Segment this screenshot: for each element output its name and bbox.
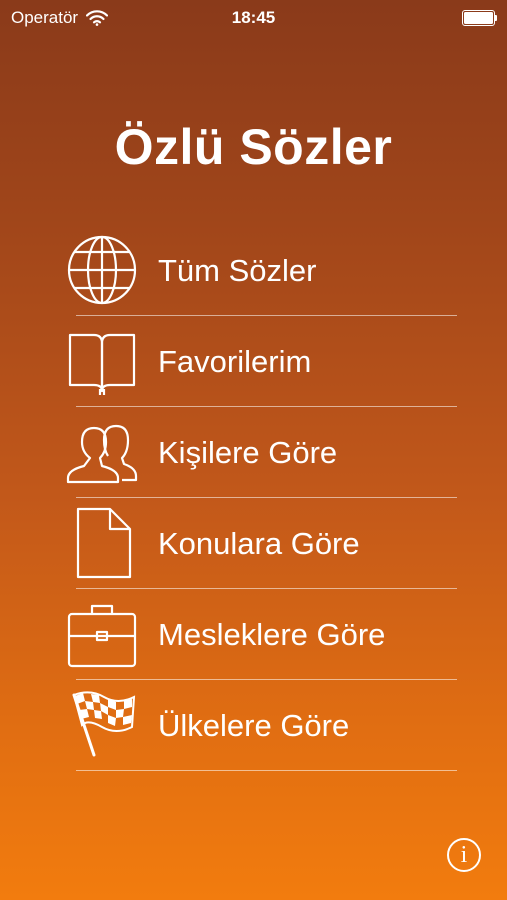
- people-icon: [66, 416, 138, 488]
- status-bar: Operatör 18:45: [0, 0, 507, 36]
- menu-item-label: Kişilere Göre: [158, 435, 338, 470]
- menu-item-all-quotes[interactable]: Tüm Sözler: [66, 225, 457, 316]
- info-button[interactable]: i: [447, 838, 481, 872]
- app-screen: Operatör 18:45 Özlü Sözler Tüm Sözler Fa…: [0, 0, 507, 900]
- divider: [76, 770, 457, 771]
- menu-item-label: Tüm Sözler: [158, 253, 317, 288]
- book-icon: [66, 325, 138, 397]
- briefcase-icon: [66, 598, 138, 670]
- menu-item-label: Konulara Göre: [158, 526, 360, 561]
- menu-item-label: Ülkelere Göre: [158, 708, 350, 743]
- info-icon: i: [460, 842, 468, 868]
- main-menu: Tüm Sözler Favorilerim Kişilere Göre Kon…: [66, 225, 457, 771]
- menu-item-by-countries[interactable]: Ülkelere Göre: [66, 680, 457, 771]
- battery-icon: [462, 10, 498, 26]
- menu-item-label: Mesleklere Göre: [158, 617, 386, 652]
- menu-item-label: Favorilerim: [158, 344, 312, 379]
- menu-item-by-professions[interactable]: Mesleklere Göre: [66, 589, 457, 680]
- status-time: 18:45: [231, 8, 276, 27]
- globe-icon: [66, 234, 138, 306]
- menu-item-favorites[interactable]: Favorilerim: [66, 316, 457, 407]
- document-icon: [66, 507, 138, 579]
- menu-item-by-people[interactable]: Kişilere Göre: [66, 407, 457, 498]
- menu-item-by-topics[interactable]: Konulara Göre: [66, 498, 457, 589]
- app-title: Özlü Sözler: [114, 119, 393, 175]
- checkered-flag-icon: [66, 689, 138, 761]
